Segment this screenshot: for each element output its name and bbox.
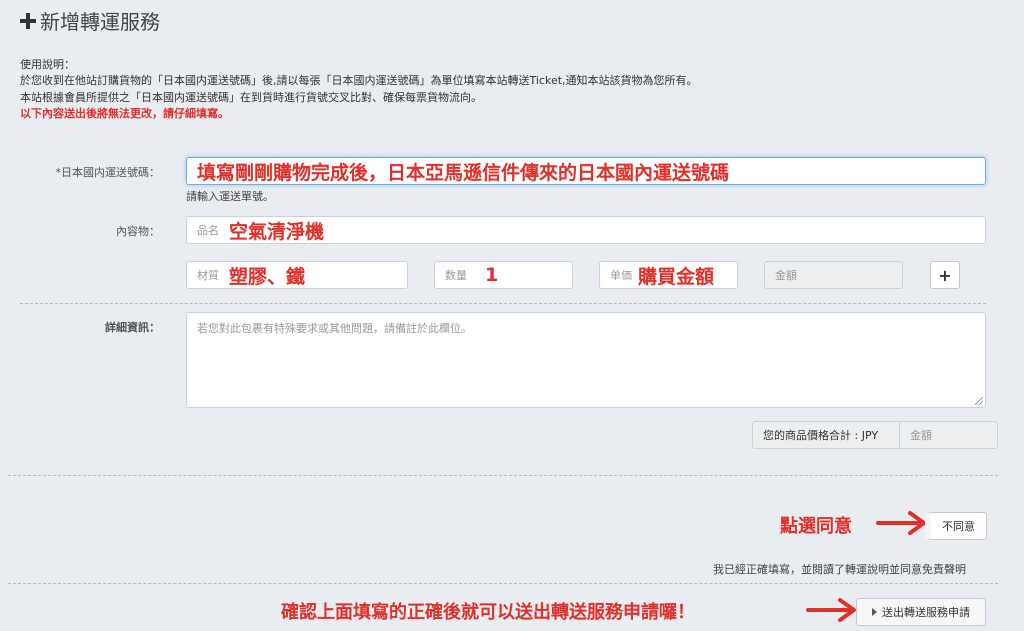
add-item-button[interactable]: + — [930, 261, 960, 289]
tracking-label: *日本國内運送號碼： — [55, 166, 161, 179]
instructions-heading: 使用說明： — [20, 58, 75, 71]
submit-button[interactable]: 送出轉送服務申請 — [856, 598, 986, 626]
divider-1 — [20, 303, 986, 304]
total-amount-field: 金額 — [899, 421, 998, 449]
instructions-warning: 以下內容送出後將無法更改，請仔細填寫。 — [20, 107, 229, 120]
details-label: 詳細資訊： — [105, 321, 160, 334]
play-icon — [872, 608, 877, 616]
item-name-value: 空氣清淨機 — [229, 220, 325, 243]
total-label: 您的商品價格合計 : JPY — [752, 421, 900, 449]
tracking-hint: 請輸入運送單號。 — [186, 190, 274, 203]
add-icon: + — [938, 265, 952, 285]
quantity-input[interactable]: 数量 1 — [434, 261, 573, 289]
material-prefix: 材質 — [197, 269, 219, 282]
amount-placeholder: 金額 — [775, 269, 797, 282]
unit-price-prefix: 单価 — [610, 269, 632, 282]
item-name-prefix: 品名 — [197, 224, 219, 237]
details-placeholder: 若您對此包裹有特殊要求或其他問題，請備註於此欄位。 — [197, 322, 472, 335]
item-name-input[interactable]: 品名 空氣清淨機 — [186, 216, 986, 244]
resize-handle-icon[interactable] — [975, 397, 983, 405]
divider-3 — [8, 583, 998, 584]
agree-toggle[interactable]: 不同意 — [925, 512, 987, 540]
arrow-right-icon — [806, 598, 856, 622]
agree-toggle-label: 不同意 — [942, 520, 975, 533]
tracking-number-value: 填寫剛剛購物完成後，日本亞馬遜信件傳來的日本國內運送號碼 — [197, 161, 730, 184]
details-textarea[interactable]: 若您對此包裹有特殊要求或其他問題，請備註於此欄位。 — [186, 312, 986, 408]
divider-2 — [8, 475, 998, 476]
total-amount-placeholder: 金額 — [910, 429, 932, 442]
instructions-line-1: 於您收到在他站訂購貨物的「日本國内運送號碼」後,請以每張「日本國内運送號碼」為單… — [20, 74, 698, 87]
total-label-text: 您的商品價格合計 : JPY — [763, 429, 879, 442]
material-value: 塑膠、鐵 — [229, 265, 306, 288]
amount-field: 金額 — [764, 261, 903, 289]
submit-annotation: 確認上面填寫的正確後就可以送出轉送服務申請囉！ — [281, 602, 695, 623]
tracking-number-input[interactable]: 填寫剛剛購物完成後，日本亞馬遜信件傳來的日本國內運送號碼 — [186, 157, 986, 185]
page-title-text: 新增轉運服務 — [40, 10, 160, 34]
quantity-value: 1 — [485, 264, 499, 286]
unit-price-input[interactable]: 单価 購買金額 — [599, 261, 738, 289]
agreement-statement: 我已經正確填寫，並閱讀了轉運說明並同意免責聲明 — [713, 563, 966, 576]
submit-button-label: 送出轉送服務申請 — [882, 606, 970, 619]
arrow-right-icon — [876, 511, 926, 535]
quantity-prefix: 数量 — [445, 269, 467, 282]
agree-annotation: 點選同意 — [780, 516, 852, 537]
page-title: 新增轉運服務 — [20, 6, 160, 35]
content-label: 內容物： — [116, 225, 160, 238]
unit-price-value: 購買金額 — [638, 265, 715, 288]
instructions-line-2: 本站根據會員所提供之「日本國内運送號碼」在到貨時進行貨號交叉比對、確保每票貨物流… — [20, 91, 482, 104]
plus-icon — [20, 12, 36, 29]
material-input[interactable]: 材質 塑膠、鐵 — [186, 261, 408, 289]
